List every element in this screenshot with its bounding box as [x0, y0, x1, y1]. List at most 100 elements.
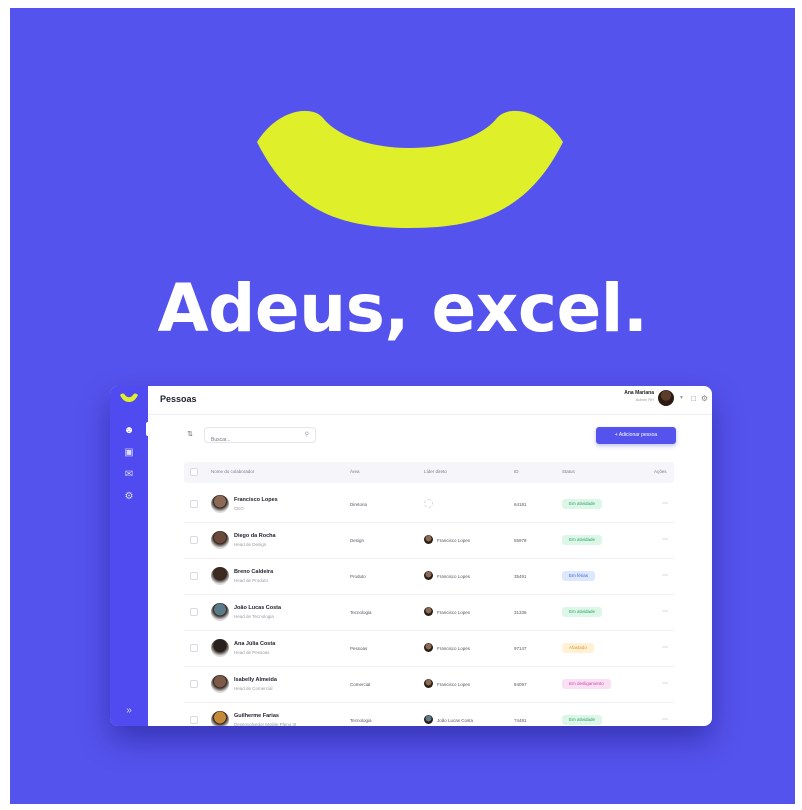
row-checkbox[interactable]	[190, 644, 198, 652]
smile-logo	[257, 110, 563, 228]
status-badge: Afastado	[562, 643, 594, 653]
person-role: Head de Pessoas	[234, 650, 270, 655]
leader-avatar	[424, 679, 433, 688]
search-input[interactable]	[205, 433, 299, 447]
leader-name[interactable]: Francisco Lopes	[437, 646, 470, 651]
id-cell: 55978	[514, 538, 527, 543]
table-body: Francisco Lopes CEO Diretoria 64181 Em ativi…	[184, 487, 674, 726]
more-actions-icon[interactable]: ⋯	[662, 608, 668, 616]
person-name[interactable]: Guilherme Farias	[234, 713, 279, 719]
table-row[interactable]: João Lucas Costa Head de Tecnologia Tecnol…	[184, 595, 674, 631]
leader-avatar	[424, 571, 433, 580]
person-name[interactable]: Diego da Rocha	[234, 533, 276, 539]
column-header-area[interactable]: Área	[350, 469, 360, 474]
page-title: Pessoas	[160, 394, 197, 404]
id-cell: 74481	[514, 718, 527, 723]
leader-name[interactable]: Francisco Lopes	[437, 682, 470, 687]
chevron-right-icon[interactable]: »	[122, 704, 136, 718]
search-field[interactable]: ⚲	[204, 427, 316, 447]
leader-name[interactable]: Francisco Lopes	[437, 574, 470, 579]
leader-name[interactable]: Francisco Lopes	[437, 538, 470, 543]
person-name[interactable]: Ana Júlia Costa	[234, 641, 275, 647]
avatar	[211, 495, 229, 513]
table-row[interactable]: Guilherme Farias Desenvolvedor Mobile Ple…	[184, 703, 674, 726]
add-person-button[interactable]: + Adicionar pessoa	[596, 427, 676, 444]
select-all-checkbox[interactable]	[190, 468, 198, 476]
user-info[interactable]: Ana Mariana Admin RH	[624, 390, 654, 402]
row-checkbox[interactable]	[190, 500, 198, 508]
more-actions-icon[interactable]: ⋯	[662, 716, 668, 724]
leader-avatar	[424, 715, 433, 724]
more-actions-icon[interactable]: ⋯	[662, 644, 668, 652]
column-header-leader[interactable]: Líder direto	[424, 469, 447, 474]
person-name[interactable]: Breno Caldeira	[234, 569, 273, 575]
calendar-icon[interactable]: ▣	[122, 446, 136, 460]
table-row[interactable]: Ana Júlia Costa Head de Pessoas Pessoas Fra…	[184, 631, 674, 667]
row-checkbox[interactable]	[190, 536, 198, 544]
app-logo	[120, 393, 138, 402]
gear-icon[interactable]: ⚙	[701, 394, 708, 404]
avatar	[211, 711, 229, 726]
row-checkbox[interactable]	[190, 680, 198, 688]
column-header-status[interactable]: Status	[562, 469, 575, 474]
leader-name[interactable]: Francisco Lopes	[437, 610, 470, 615]
area-cell: Diretoria	[350, 502, 368, 507]
column-header-id[interactable]: ID	[514, 469, 519, 474]
row-checkbox[interactable]	[190, 608, 198, 616]
person-name[interactable]: Isabelly Almeida	[234, 677, 277, 683]
more-actions-icon[interactable]: ⋯	[662, 536, 668, 544]
filter-icon[interactable]: ⇅	[184, 429, 196, 441]
row-checkbox[interactable]	[190, 716, 198, 724]
app-window: ☻ ▣ ✉ ⚙ » Pessoas Ana Mariana Admin RH ▼…	[110, 386, 712, 726]
avatar	[211, 603, 229, 621]
person-role: Head de Produto	[234, 578, 269, 583]
table-row[interactable]: Francisco Lopes CEO Diretoria 64181 Em ativi…	[184, 487, 674, 523]
person-role: Head de Comercial	[234, 686, 273, 691]
more-actions-icon[interactable]: ⋯	[662, 500, 668, 508]
person-role: CEO	[234, 506, 244, 511]
headline: Adeus, excel.	[157, 270, 648, 347]
status-badge: Em férias	[562, 571, 596, 581]
chat-icon[interactable]: ✉	[122, 468, 136, 482]
area-cell: Produto	[350, 574, 366, 579]
status-badge: Em atividade	[562, 607, 603, 617]
column-header-name[interactable]: Nome do colaborador	[211, 469, 254, 474]
leader-avatar	[424, 643, 433, 652]
user-icon[interactable]: ☻	[122, 424, 136, 438]
table-row[interactable]: Breno Caldeira Head de Produto Produto Fran…	[184, 559, 674, 595]
chevron-down-icon[interactable]: ▼	[679, 395, 684, 401]
promo-poster: Adeus, excel. ☻ ▣ ✉ ⚙ » Pessoas Ana Mari…	[10, 8, 795, 804]
more-actions-icon[interactable]: ⋯	[662, 680, 668, 688]
toolbar: ⇅ ⚲ + Adicionar pessoa	[148, 414, 712, 454]
person-role: Desenvolvedor Mobile Pleno III	[234, 722, 297, 726]
more-actions-icon[interactable]: ⋯	[662, 572, 668, 580]
leader-name[interactable]: João Lucas Costa	[437, 718, 473, 723]
table-row[interactable]: Isabelly Almeida Head de Comercial Comerci…	[184, 667, 674, 703]
id-cell: 64181	[514, 502, 527, 507]
table-header: Nome do colaborador Área Líder direto ID…	[184, 462, 674, 483]
sidebar: ☻ ▣ ✉ ⚙ »	[110, 386, 150, 726]
user-role: Admin RH	[635, 397, 654, 402]
avatar	[211, 567, 229, 585]
area-cell: Comercial	[350, 682, 371, 687]
notification-icon[interactable]: □	[691, 394, 696, 404]
top-bar: Pessoas Ana Mariana Admin RH ▼ □ ⚙	[148, 386, 712, 415]
leader-placeholder	[424, 499, 433, 508]
person-role: Head de Design	[234, 542, 267, 547]
column-header-actions: Ações	[654, 469, 667, 474]
table-row[interactable]: Diego da Rocha Head de Design Design Franci…	[184, 523, 674, 559]
area-cell: Design	[350, 538, 365, 543]
avatar	[211, 531, 229, 549]
status-badge: Em atividade	[562, 535, 603, 545]
id-cell: 84097	[514, 682, 527, 687]
leader-avatar	[424, 535, 433, 544]
area-cell: Pessoas	[350, 646, 368, 651]
person-name[interactable]: Francisco Lopes	[234, 497, 278, 503]
settings-icon[interactable]: ⚙	[122, 490, 136, 504]
person-role: Head de Tecnologia	[234, 614, 274, 619]
user-name: Ana Mariana	[624, 390, 654, 396]
person-name[interactable]: João Lucas Costa	[234, 605, 281, 611]
avatar	[211, 639, 229, 657]
avatar[interactable]	[658, 390, 674, 406]
row-checkbox[interactable]	[190, 572, 198, 580]
